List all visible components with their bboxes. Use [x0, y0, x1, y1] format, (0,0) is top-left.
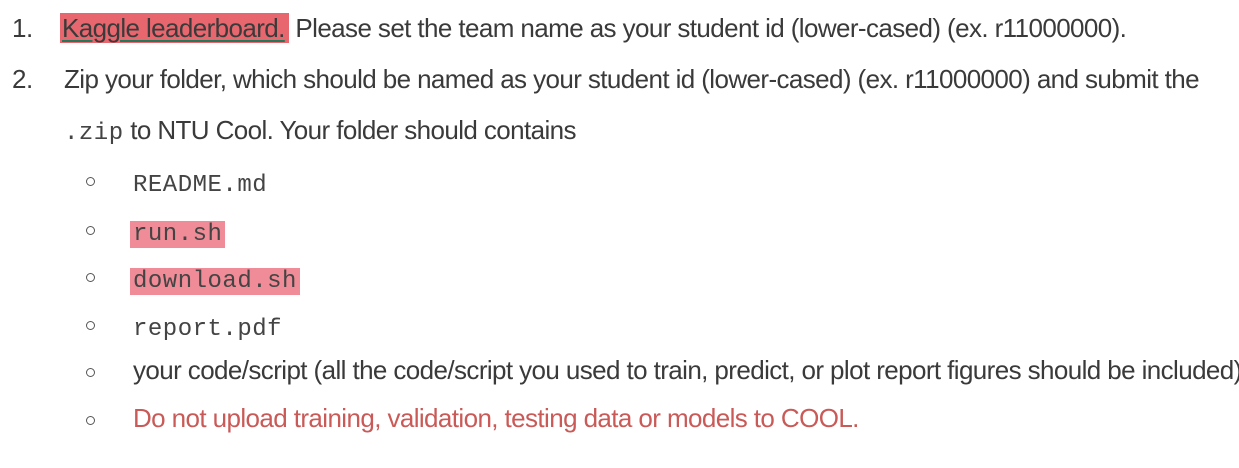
- bullet-icon: [86, 226, 95, 235]
- readme-filename: README.md: [133, 172, 268, 199]
- list-item-2-line1: Zip your folder, which should be named a…: [64, 64, 1200, 94]
- bullet-icon: [86, 416, 95, 425]
- bullet-icon: [86, 321, 95, 330]
- list-number-1: 1.: [12, 13, 33, 43]
- list-item-2-text: to NTU Cool. Your folder should contains: [123, 115, 576, 145]
- sub-item-warning: Do not upload training, validation, test…: [133, 403, 859, 433]
- sub-item-code-script: your code/script (all the code/script yo…: [133, 355, 1239, 385]
- sub-item-readme: README.md: [133, 165, 267, 203]
- list-number-2: 2.: [12, 64, 33, 94]
- bullet-icon: [86, 368, 95, 377]
- list-item-2-line2: .zip to NTU Cool. Your folder should con…: [64, 113, 577, 151]
- report-pdf-filename: report.pdf: [133, 316, 283, 343]
- run-sh-filename: run.sh: [130, 221, 226, 248]
- zip-code-text: .zip: [64, 120, 124, 147]
- download-sh-filename: download.sh: [130, 268, 300, 295]
- bullet-icon: [86, 273, 95, 282]
- kaggle-leaderboard-link[interactable]: Kaggle leaderboard.: [60, 13, 289, 43]
- sub-item-report-pdf: report.pdf: [133, 309, 282, 347]
- sub-item-run-sh: run.sh: [130, 214, 226, 252]
- bullet-icon: [86, 177, 95, 186]
- sub-item-download-sh: download.sh: [130, 261, 300, 299]
- list-item-1: Kaggle leaderboard. Please set the team …: [60, 11, 1127, 45]
- list-item-1-text: Please set the team name as your student…: [288, 13, 1127, 43]
